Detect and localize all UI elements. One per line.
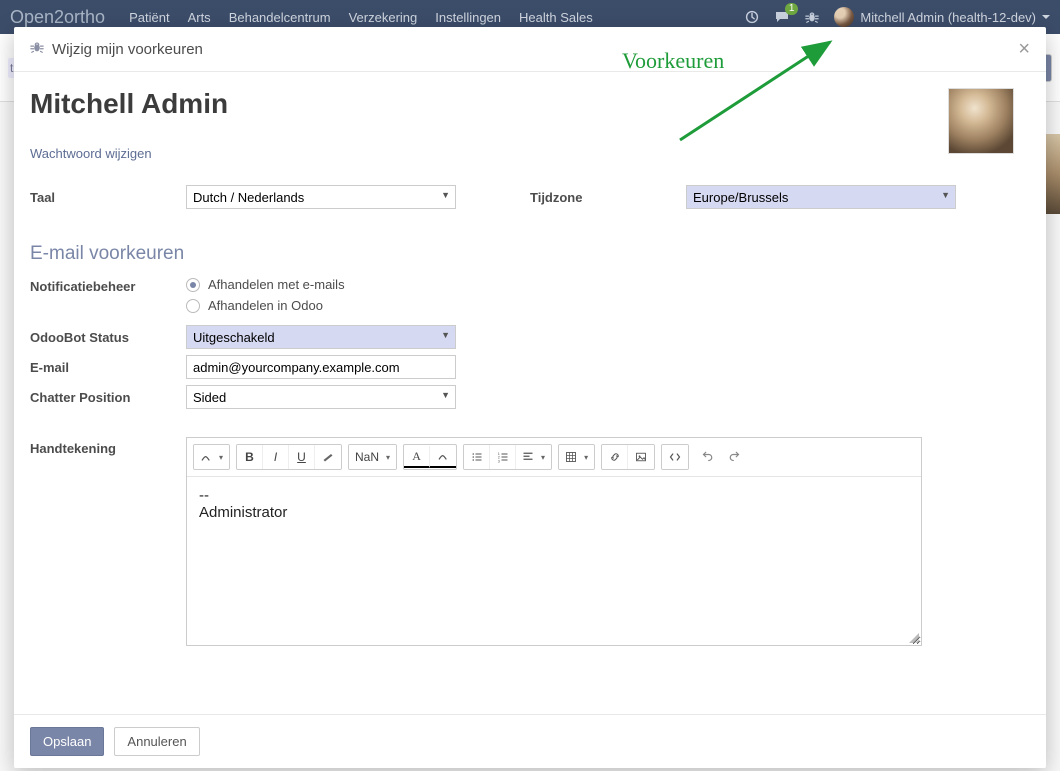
table-dropdown[interactable]: ▾ [559,445,594,469]
modal-header: Wijzig mijn voorkeuren × [14,27,1046,72]
clock-icon[interactable] [744,9,760,25]
font-color-button[interactable]: A [404,446,430,468]
annotation-label: Voorkeuren [622,48,724,74]
chatter-label: Chatter Position [30,390,186,405]
language-label: Taal [30,190,186,205]
redo-button[interactable] [721,444,747,468]
bold-button[interactable]: B [237,445,263,469]
nav-link-instellingen[interactable]: Instellingen [435,10,501,25]
modal-footer: Opslaan Annuleren [14,714,1046,768]
language-select[interactable]: Dutch / Nederlands [186,185,456,209]
modal-body: Mitchell Admin Wachtwoord wijzigen Taal … [14,72,1046,714]
preferences-modal: Wijzig mijn voorkeuren × Mitchell Admin … [14,27,1046,768]
resize-grip-icon[interactable] [909,633,919,643]
chat-icon[interactable]: 1 [774,9,790,25]
nav-items: Patiënt Arts Behandelcentrum Verzekering… [129,10,593,25]
notif-odoo-radio[interactable] [186,299,200,313]
ordered-list-button[interactable]: 123 [490,445,516,469]
user-name-label: Mitchell Admin (health-12-dev) [860,10,1036,25]
timezone-select[interactable]: Europe/Brussels [686,185,956,209]
italic-button[interactable]: I [263,445,289,469]
signature-textarea[interactable]: -- Administrator [187,477,921,645]
codeview-button[interactable] [662,445,688,469]
nav-link-arts[interactable]: Arts [188,10,211,25]
notif-odoo-label: Afhandelen in Odoo [208,298,323,313]
notif-email-radio[interactable] [186,278,200,292]
unordered-list-button[interactable] [464,445,490,469]
signature-line-2: Administrator [199,504,909,521]
notification-label: Notificatiebeheer [30,275,186,294]
undo-button[interactable] [695,444,721,468]
email-section-title: E-mail voorkeuren [30,243,1030,265]
signature-label: Handtekening [30,437,186,456]
nav-link-healthsales[interactable]: Health Sales [519,10,593,25]
svg-text:3: 3 [497,459,499,463]
link-button[interactable] [602,445,628,469]
email-label: E-mail [30,360,186,375]
user-menu[interactable]: Mitchell Admin (health-12-dev) [834,7,1050,27]
timezone-label: Tijdzone [530,190,686,205]
odoobot-select[interactable]: Uitgeschakeld [186,325,456,349]
change-password-link[interactable]: Wachtwoord wijzigen [30,146,152,161]
fontsize-dropdown[interactable]: NaN▾ [349,445,396,469]
clear-format-button[interactable] [315,445,341,469]
user-avatar[interactable] [948,88,1014,154]
nav-link-verzekering[interactable]: Verzekering [349,10,418,25]
underline-button[interactable]: U [289,445,315,469]
style-dropdown[interactable]: ▾ [194,445,229,469]
chatter-select[interactable]: Sided [186,385,456,409]
rich-text-editor: ▾ B I U NaN▾ [186,437,922,646]
avatar-icon [834,7,854,27]
bg-color-button[interactable] [430,446,456,468]
brand-label: Open2ortho [10,7,105,28]
save-button[interactable]: Opslaan [30,727,104,756]
notif-email-label: Afhandelen met e-mails [208,277,345,292]
nav-right: 1 Mitchell Admin (health-12-dev) [744,7,1050,27]
email-input[interactable] [186,355,456,379]
signature-line-1: -- [199,487,909,504]
image-button[interactable] [628,445,654,469]
user-title: Mitchell Admin [30,88,228,120]
close-button[interactable]: × [1018,39,1030,59]
chat-badge: 1 [785,3,799,15]
nav-link-behandelcentrum[interactable]: Behandelcentrum [229,10,331,25]
bug-icon [30,40,44,58]
editor-toolbar: ▾ B I U NaN▾ [187,438,921,477]
bug-nav-icon[interactable] [804,9,820,25]
odoobot-label: OdooBot Status [30,330,186,345]
cancel-button[interactable]: Annuleren [114,727,199,756]
modal-title: Wijzig mijn voorkeuren [52,41,203,58]
chevron-down-icon [1042,15,1050,19]
nav-link-patient[interactable]: Patiënt [129,10,169,25]
align-dropdown[interactable]: ▾ [516,445,551,469]
